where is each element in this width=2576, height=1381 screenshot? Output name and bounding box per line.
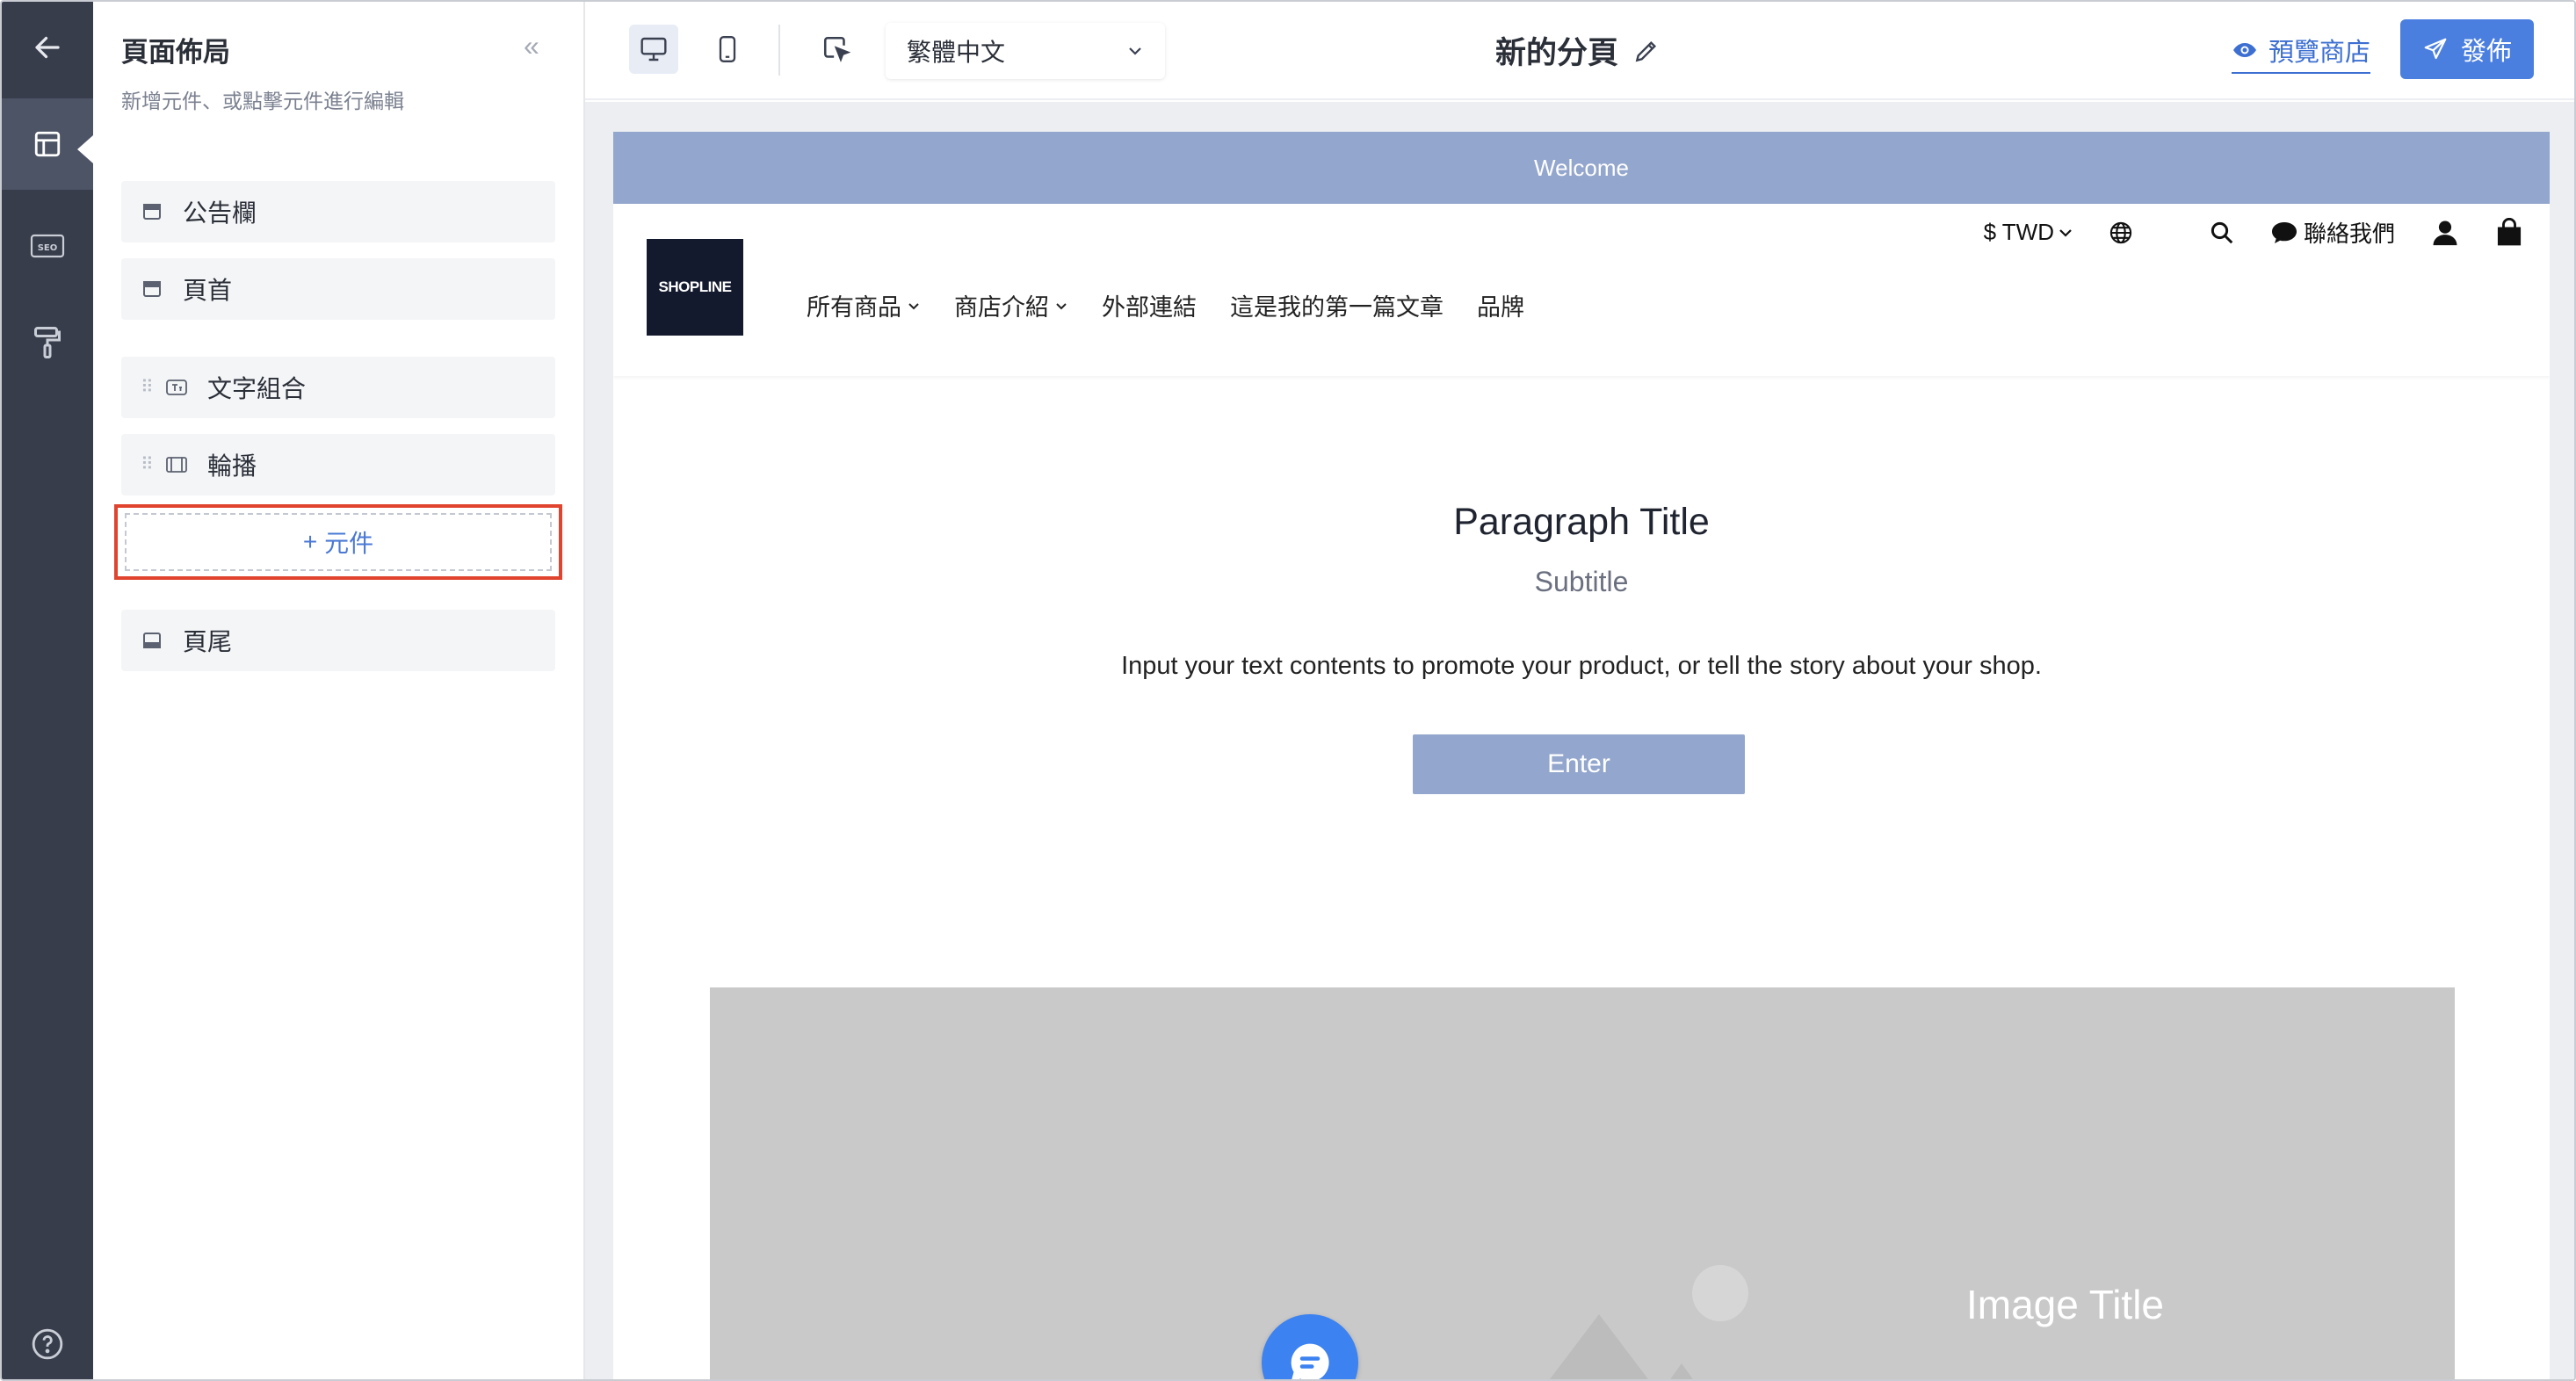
cursor-select-icon bbox=[823, 36, 851, 62]
image-title: Image Title bbox=[1966, 1282, 2164, 1327]
mobile-view-button[interactable] bbox=[703, 25, 752, 74]
header-utilities: $ TWD 聯絡我們 bbox=[1984, 216, 2523, 249]
editor-window: SEO 頁面佈局 新增元件、或點擊元件進行編輯 « 公告欄 頁首 ⠿ 文字組合 … bbox=[0, 0, 2576, 1381]
shopping-bag-icon[interactable] bbox=[2495, 217, 2523, 248]
section-label: 輪播 bbox=[207, 452, 257, 480]
currency-value: $ TWD bbox=[1983, 219, 2054, 245]
section-icon bbox=[141, 278, 163, 300]
paint-roller-icon bbox=[34, 327, 61, 358]
back-arrow-icon bbox=[35, 36, 60, 59]
section-label: 文字組合 bbox=[207, 375, 307, 402]
language-value: 繁體中文 bbox=[907, 39, 1006, 66]
announcement-bar[interactable]: Welcome bbox=[613, 132, 2550, 204]
carousel-icon bbox=[165, 453, 188, 476]
text-group-icon bbox=[165, 376, 188, 399]
eye-icon bbox=[2233, 43, 2256, 57]
top-toolbar: 繁體中文 新的分頁 預覽商店 發佈 bbox=[585, 2, 2574, 100]
preview-store-link[interactable]: 預覽商店 bbox=[2232, 32, 2371, 74]
section-label: 頁尾 bbox=[183, 628, 233, 655]
left-rail: SEO bbox=[2, 2, 93, 1379]
drag-handle-icon[interactable]: ⠿ bbox=[141, 379, 154, 396]
select-element-button[interactable] bbox=[812, 25, 861, 74]
chevron-down-icon bbox=[1056, 302, 1067, 309]
help-icon bbox=[32, 1328, 63, 1360]
nav-label: 商店介紹 bbox=[954, 294, 1049, 321]
section-label: 公告欄 bbox=[183, 199, 257, 227]
layout-icon bbox=[34, 131, 61, 157]
chat-bubble-icon bbox=[1291, 1343, 1329, 1379]
drag-handle-icon[interactable]: ⠿ bbox=[141, 456, 154, 474]
section-footer[interactable]: 頁尾 bbox=[121, 610, 555, 671]
nav-item-brands[interactable]: 品牌 bbox=[1477, 288, 1524, 322]
enter-button[interactable]: Enter bbox=[1413, 734, 1745, 794]
globe-icon[interactable] bbox=[2109, 221, 2133, 245]
mobile-icon bbox=[719, 36, 736, 62]
chevron-down-icon bbox=[2059, 228, 2072, 237]
add-component-button[interactable]: + 元件 bbox=[125, 513, 552, 571]
plus-icon: + bbox=[302, 528, 318, 555]
nav-label: 所有商品 bbox=[807, 294, 901, 321]
nav-item-external-link[interactable]: 外部連結 bbox=[1102, 288, 1197, 322]
speech-bubble-icon bbox=[2271, 221, 2297, 243]
carousel-image-placeholder[interactable]: Image Title bbox=[710, 987, 2455, 1379]
active-tab-pointer bbox=[77, 135, 93, 163]
section-carousel[interactable]: ⠿ 輪播 bbox=[121, 434, 555, 495]
publish-button[interactable]: 發佈 bbox=[2400, 19, 2534, 79]
nav-item-about-store[interactable]: 商店介紹 bbox=[954, 288, 1068, 322]
user-icon[interactable] bbox=[2430, 218, 2460, 248]
layout-panel: 頁面佈局 新增元件、或點擊元件進行編輯 « 公告欄 頁首 ⠿ 文字組合 ⠿ 輪播… bbox=[93, 2, 585, 1379]
contact-label: 聯絡我們 bbox=[2303, 221, 2395, 247]
seo-tab[interactable]: SEO bbox=[2, 200, 93, 292]
seo-icon: SEO bbox=[30, 234, 65, 258]
language-select[interactable]: 繁體中文 bbox=[886, 23, 1165, 79]
svg-text:SEO: SEO bbox=[38, 243, 58, 253]
publish-label: 發佈 bbox=[2460, 38, 2512, 66]
add-component-label: 元件 bbox=[324, 530, 374, 557]
store-preview: Welcome SHOPLINE $ TWD 聯絡我們 所有商品 商店介紹 外部… bbox=[613, 132, 2550, 1379]
paragraph-subtitle[interactable]: Subtitle bbox=[613, 566, 2550, 598]
preview-label: 預覽商店 bbox=[2268, 39, 2371, 67]
page-name: 新的分頁 bbox=[1495, 28, 1661, 73]
section-text-group[interactable]: ⠿ 文字組合 bbox=[121, 357, 555, 418]
back-button[interactable] bbox=[2, 2, 93, 93]
collapse-panel-button[interactable]: « bbox=[524, 30, 539, 62]
nav-item-first-article[interactable]: 這是我的第一篇文章 bbox=[1230, 288, 1444, 322]
search-icon[interactable] bbox=[2209, 220, 2235, 246]
section-icon bbox=[141, 629, 163, 652]
paper-plane-icon bbox=[2424, 38, 2447, 60]
store-logo[interactable]: SHOPLINE bbox=[647, 239, 743, 336]
page-name-text: 新的分頁 bbox=[1495, 36, 1619, 70]
main-nav: 所有商品 商店介紹 外部連結 這是我的第一篇文章 品牌 bbox=[807, 288, 1524, 322]
desktop-view-button[interactable] bbox=[629, 25, 678, 74]
desktop-icon bbox=[640, 37, 667, 61]
section-icon bbox=[141, 200, 163, 223]
nav-item-all-products[interactable]: 所有商品 bbox=[807, 288, 921, 322]
paragraph-body[interactable]: Input your text contents to promote your… bbox=[613, 652, 2550, 681]
section-announcement[interactable]: 公告欄 bbox=[121, 181, 555, 242]
preview-canvas: Welcome SHOPLINE $ TWD 聯絡我們 所有商品 商店介紹 外部… bbox=[585, 102, 2574, 1379]
section-header[interactable]: 頁首 bbox=[121, 258, 555, 320]
theme-tab[interactable] bbox=[2, 297, 93, 388]
panel-subtitle: 新增元件、或點擊元件進行編輯 bbox=[121, 90, 404, 112]
chevron-down-icon bbox=[908, 302, 919, 309]
pencil-icon[interactable] bbox=[1632, 37, 1661, 65]
add-component-highlight: + 元件 bbox=[114, 504, 562, 580]
currency-selector[interactable]: $ TWD bbox=[1984, 219, 2073, 246]
section-label: 頁首 bbox=[183, 277, 233, 304]
help-button[interactable] bbox=[2, 1305, 93, 1379]
contact-us-link[interactable]: 聯絡我們 bbox=[2270, 216, 2395, 249]
panel-title: 頁面佈局 bbox=[121, 37, 230, 68]
chevron-down-icon bbox=[1129, 47, 1141, 55]
paragraph-title[interactable]: Paragraph Title bbox=[613, 501, 2550, 544]
image-placeholder-icon bbox=[1550, 1265, 1748, 1379]
store-header[interactable]: SHOPLINE $ TWD 聯絡我們 所有商品 商店介紹 外部連結 這是我的第… bbox=[613, 204, 2550, 376]
toolbar-divider bbox=[778, 25, 780, 76]
